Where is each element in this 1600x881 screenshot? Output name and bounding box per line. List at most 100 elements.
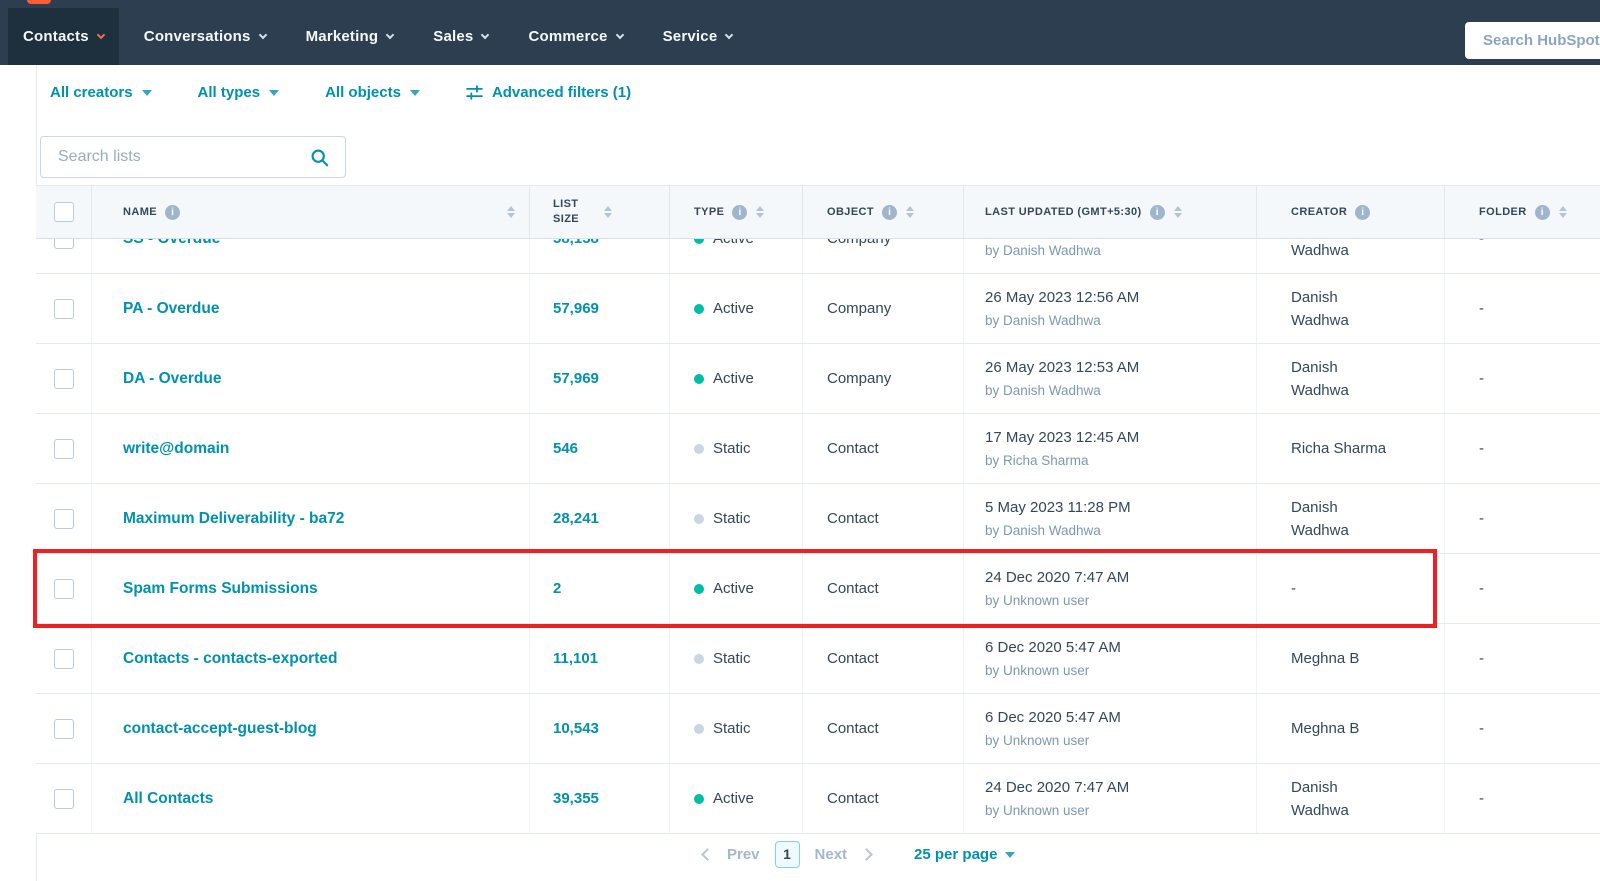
row-checkbox-cell xyxy=(36,694,91,763)
last-updated-cell: 26 May 2023 12:56 AM by Danish Wadhwa xyxy=(963,274,1256,343)
creator-cell: Danish Wadhwa xyxy=(1256,239,1444,273)
row-checkbox[interactable] xyxy=(53,648,74,669)
list-name-link[interactable]: Contacts - contacts-exported xyxy=(123,650,337,668)
nav-item-marketing[interactable]: Marketing xyxy=(291,8,409,65)
select-all-checkbox[interactable] xyxy=(53,202,74,222)
type-label: Static xyxy=(713,440,751,457)
filter-dropdown-all-types[interactable]: All types xyxy=(198,84,280,101)
search-icon[interactable] xyxy=(310,148,330,168)
column-header-object[interactable]: OBJECT i xyxy=(802,186,963,238)
list-size-link[interactable]: 11,101 xyxy=(553,650,598,667)
nav-item-sales[interactable]: Sales xyxy=(418,8,503,65)
folder-cell: - xyxy=(1444,344,1600,413)
caret-down-icon xyxy=(269,90,280,96)
list-size-link[interactable]: 10,543 xyxy=(553,720,599,737)
object-label: Company xyxy=(827,300,892,317)
sort-arrows-icon[interactable] xyxy=(604,206,612,218)
column-header-folder[interactable]: FOLDER i xyxy=(1444,186,1600,238)
table-row: DA - Overdue 57,969 Active Company 26 May 20… xyxy=(36,344,1600,414)
list-size-cell: 11,101 xyxy=(529,624,669,693)
last-updated-cell: 17 May 2023 12:45 AM by Richa Sharma xyxy=(963,414,1256,483)
creator-name: - xyxy=(1291,580,1296,597)
creator-cell: Danish Wadhwa xyxy=(1256,344,1444,413)
list-size-cell: 39,355 xyxy=(529,764,669,833)
list-name-link[interactable]: All Contacts xyxy=(123,790,213,808)
column-header-type[interactable]: TYPE i xyxy=(669,186,802,238)
list-size-link[interactable]: 57,969 xyxy=(553,300,599,317)
list-name-link[interactable]: SS - Overdue xyxy=(123,239,220,248)
page-number-button[interactable]: 1 xyxy=(774,840,800,868)
row-checkbox[interactable] xyxy=(53,508,74,529)
sort-arrows-icon[interactable] xyxy=(1173,206,1182,218)
row-checkbox[interactable] xyxy=(53,438,74,459)
object-cell: Company xyxy=(802,344,963,413)
table-row: write@domain 546 Static Contact 17 May 2023 … xyxy=(36,414,1600,484)
list-size-link[interactable]: 58,158 xyxy=(553,239,599,247)
list-size-link[interactable]: 57,969 xyxy=(553,370,599,387)
column-header-size[interactable]: LIST SIZE xyxy=(529,186,669,238)
table-row: PA - Overdue 57,969 Active Company 26 May 20… xyxy=(36,274,1600,344)
creator-cell: Danish Wadhwa xyxy=(1256,484,1444,553)
info-icon[interactable]: i xyxy=(165,204,180,220)
per-page-select[interactable]: 25 per page xyxy=(914,846,1016,863)
chevron-right-icon[interactable] xyxy=(860,847,873,861)
list-size-link[interactable]: 39,355 xyxy=(553,790,599,807)
column-header-updated[interactable]: LAST UPDATED (GMT+5:30) i xyxy=(963,186,1256,238)
list-name-link[interactable]: Spam Forms Submissions xyxy=(123,580,318,598)
global-search-input[interactable] xyxy=(1465,22,1600,59)
row-checkbox[interactable] xyxy=(53,368,74,389)
filter-dropdown-all-objects[interactable]: All objects xyxy=(325,84,420,101)
sort-arrows-icon[interactable] xyxy=(756,206,765,218)
type-label: Static xyxy=(713,510,751,527)
column-header-name[interactable]: NAME i xyxy=(91,186,529,238)
list-name-link[interactable]: write@domain xyxy=(123,440,229,458)
folder-cell: - xyxy=(1444,694,1600,763)
list-type-cell: Active xyxy=(669,554,802,623)
next-button[interactable]: Next xyxy=(815,846,848,863)
advanced-filters-button[interactable]: Advanced filters (1) xyxy=(466,84,631,101)
row-checkbox[interactable] xyxy=(53,578,74,599)
list-name-link[interactable]: DA - Overdue xyxy=(123,370,221,388)
row-checkbox[interactable] xyxy=(53,239,74,249)
row-checkbox[interactable] xyxy=(53,788,74,809)
list-size-link[interactable]: 28,241 xyxy=(553,510,599,527)
folder-cell: - xyxy=(1444,414,1600,483)
list-name-link[interactable]: contact-accept-guest-blog xyxy=(123,720,317,738)
select-all-cell xyxy=(36,186,91,238)
folder-cell: - xyxy=(1444,764,1600,833)
list-name-cell: DA - Overdue xyxy=(91,344,529,413)
filter-dropdown-label: All objects xyxy=(325,83,401,101)
list-name-link[interactable]: Maximum Deliverability - ba72 xyxy=(123,510,344,528)
static-dot-icon xyxy=(694,443,704,454)
row-checkbox[interactable] xyxy=(53,718,74,739)
list-size-cell: 58,158 xyxy=(529,239,669,273)
table-row: Contacts - contacts-exported 11,101 Static… xyxy=(36,624,1600,694)
list-name-cell: PA - Overdue xyxy=(91,274,529,343)
filters-bar: All creators All types All objects Advanced… xyxy=(50,79,631,105)
list-size-cell: 546 xyxy=(529,414,669,483)
nav-item-contacts[interactable]: Contacts xyxy=(8,8,119,65)
list-size-link[interactable]: 546 xyxy=(553,440,578,457)
sort-down-icon xyxy=(756,213,765,218)
sort-down-icon xyxy=(604,213,612,218)
updated-by: by Danish Wadhwa xyxy=(985,383,1101,398)
nav-item-service[interactable]: Service xyxy=(648,8,748,65)
list-size-link[interactable]: 2 xyxy=(553,580,561,597)
sort-arrows-icon[interactable] xyxy=(507,206,515,218)
search-lists-input[interactable] xyxy=(41,137,345,177)
info-icon[interactable]: i xyxy=(732,204,748,220)
info-icon[interactable]: i xyxy=(1149,204,1165,220)
chevron-down-icon xyxy=(615,30,624,39)
prev-button[interactable]: Prev xyxy=(727,846,760,863)
list-name-link[interactable]: PA - Overdue xyxy=(123,300,219,318)
sort-arrows-icon[interactable] xyxy=(1558,206,1567,218)
info-icon[interactable]: i xyxy=(1534,204,1550,220)
nav-item-conversations[interactable]: Conversations xyxy=(129,8,281,65)
chevron-left-icon[interactable] xyxy=(701,847,714,861)
filter-dropdown-all-creators[interactable]: All creators xyxy=(50,84,152,101)
info-icon[interactable]: i xyxy=(882,204,898,220)
nav-item-commerce[interactable]: Commerce xyxy=(513,8,637,65)
info-icon[interactable]: i xyxy=(1355,204,1371,220)
sort-arrows-icon[interactable] xyxy=(906,206,915,218)
row-checkbox[interactable] xyxy=(53,298,74,319)
